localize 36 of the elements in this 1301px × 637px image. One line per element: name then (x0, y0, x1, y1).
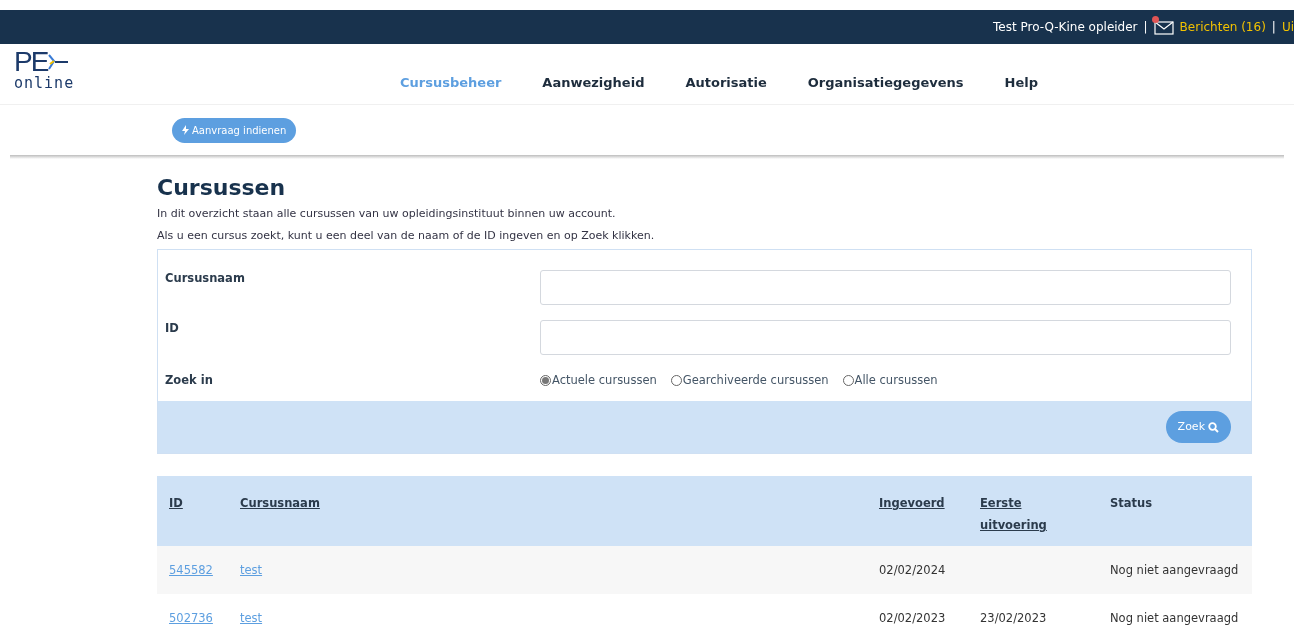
lightning-icon (182, 125, 189, 135)
logo-word: online (14, 76, 75, 91)
field-label: Zoek in (164, 372, 214, 389)
separator: | (1143, 19, 1148, 36)
sort-link[interactable]: Ingevoerd (879, 496, 945, 511)
nav-tab[interactable]: Autorisatie (685, 73, 767, 93)
separator: | (1271, 19, 1276, 36)
id-field[interactable] (540, 320, 1231, 355)
sort-link[interactable]: ID (169, 496, 183, 511)
page-title: Cursussen (157, 174, 287, 202)
sort-link[interactable]: Eerste uitvoering (980, 492, 1050, 537)
scope-radio[interactable]: Gearchiveerde cursussen (670, 372, 829, 390)
table-cell: 23/02/2023 (980, 610, 1047, 625)
table-cell: Nog niet aangevraagd (1110, 562, 1239, 577)
intro-text: Als u een cursus zoekt, kunt u een deel van de naam of de ID ingeven en op Zoek klikken. (157, 228, 656, 244)
search-icon (1208, 421, 1219, 433)
table-cell: Nog niet aangevraagd (1110, 610, 1239, 625)
course-name-field[interactable] (540, 270, 1231, 305)
logo-letters: PE (14, 48, 48, 76)
logout-link[interactable]: Ui (1281, 18, 1294, 36)
nav-tab[interactable]: Aanwezigheid (542, 73, 645, 93)
sort-link[interactable]: Cursusnaam (240, 496, 320, 511)
messages-link[interactable]: Berichten (16) (1179, 18, 1266, 36)
column-header: Status (1110, 496, 1153, 511)
nav-tab[interactable]: Organisatiegegevens (807, 73, 964, 93)
table-cell: 02/02/2023 (879, 610, 946, 625)
field-label: Cursusnaam (164, 270, 246, 287)
user-name: Test Pro-Q-Kine opleider (993, 19, 1138, 36)
table-cell: 02/02/2024 (879, 562, 946, 577)
scope-radio[interactable]: Alle cursussen (842, 372, 938, 390)
nav-tab[interactable]: Help (1004, 73, 1038, 93)
mail-icon[interactable] (1153, 19, 1174, 35)
logo[interactable]: PE online (14, 48, 75, 91)
intro-text: In dit overzicht staan alle cursussen van uw opleidingsinstituut binnen uw account. (157, 206, 617, 222)
scope-radio[interactable]: Actuele cursussen (540, 372, 657, 390)
field-label: ID (164, 320, 180, 337)
